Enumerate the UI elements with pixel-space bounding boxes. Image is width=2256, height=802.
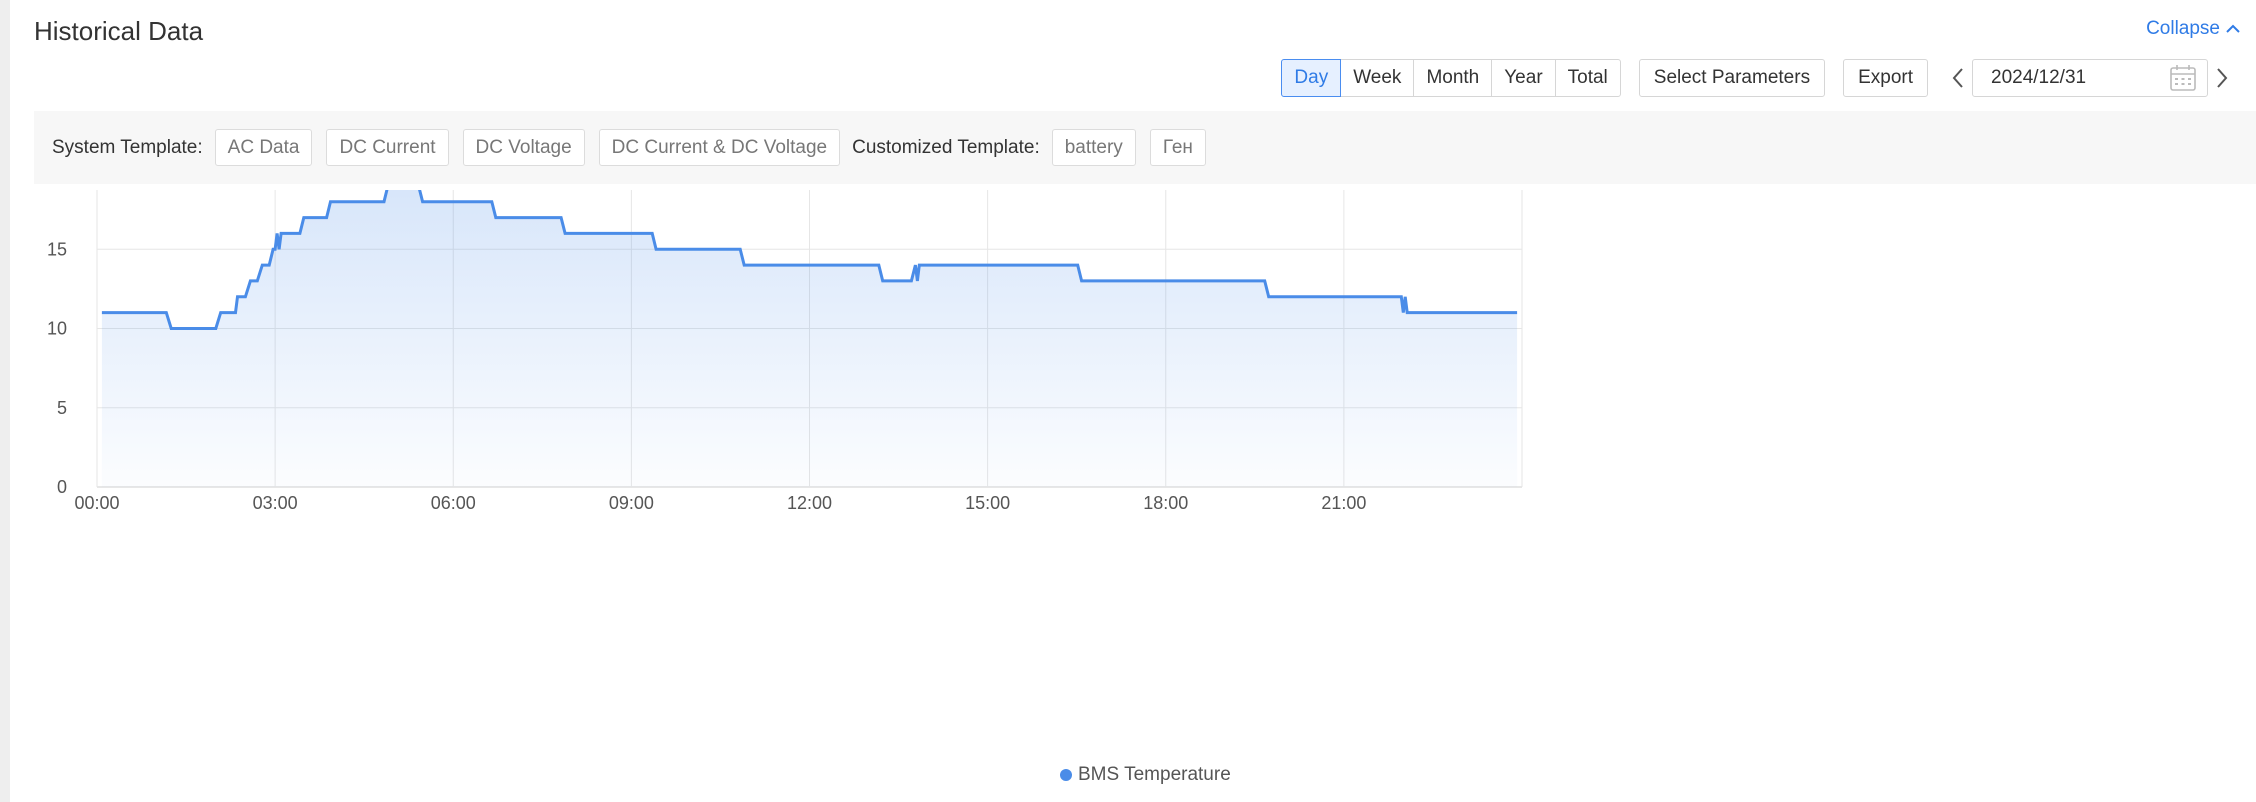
chevron-right-icon <box>2217 68 2228 88</box>
x-tick-label: 12:00 <box>787 493 832 513</box>
template-ac-data[interactable]: AC Data <box>214 129 313 166</box>
period-year-button[interactable]: Year <box>1491 59 1556 97</box>
chart-legend[interactable]: BMS Temperature <box>1060 764 1231 786</box>
next-date-button[interactable] <box>2208 59 2236 97</box>
period-selector: Day Week Month Year Total <box>1281 59 1621 97</box>
prev-date-button[interactable] <box>1944 59 1972 97</box>
template-gen[interactable]: Ген <box>1149 129 1206 166</box>
page-title: Historical Data <box>34 16 204 46</box>
y-tick-label: 0 <box>57 477 67 497</box>
template-dc-current[interactable]: DC Current <box>326 129 449 166</box>
x-tick-label: 18:00 <box>1143 493 1188 513</box>
period-week-button[interactable]: Week <box>1340 59 1415 97</box>
select-parameters-button[interactable]: Select Parameters <box>1638 59 1826 97</box>
date-picker-input[interactable]: 2024/12/31 <box>1972 59 2208 97</box>
collapse-label: Collapse <box>2146 18 2220 39</box>
template-dc-current-voltage[interactable]: DC Current & DC Voltage <box>598 129 841 166</box>
x-tick-label: 00:00 <box>74 493 119 513</box>
chevron-up-icon <box>2226 24 2240 33</box>
export-button[interactable]: Export <box>1843 59 1928 97</box>
left-sidebar-edge <box>0 0 10 802</box>
system-template-label: System Template: <box>52 136 203 158</box>
period-total-button[interactable]: Total <box>1554 59 1621 97</box>
x-tick-label: 09:00 <box>609 493 654 513</box>
template-bar: System Template: AC Data DC Current DC V… <box>34 111 2256 184</box>
period-month-button[interactable]: Month <box>1413 59 1493 97</box>
y-tick-label: 15 <box>47 239 67 259</box>
x-tick-label: 03:00 <box>253 493 298 513</box>
temperature-chart: 0510152000:0003:0006:0009:0012:0015:0018… <box>47 190 1523 513</box>
legend-marker <box>1060 769 1072 781</box>
x-tick-label: 06:00 <box>431 493 476 513</box>
date-value: 2024/12/31 <box>1991 67 2087 88</box>
collapse-button[interactable]: Collapse <box>2146 18 2242 40</box>
customized-template-label: Customized Template: <box>852 136 1040 158</box>
template-dc-voltage[interactable]: DC Voltage <box>462 129 585 166</box>
chevron-left-icon <box>1952 68 1963 88</box>
legend-label-bms-temperature: BMS Temperature <box>1078 764 1231 785</box>
toolbar: Day Week Month Year Total Select Paramet… <box>1281 59 2236 97</box>
y-tick-label: 5 <box>57 398 67 418</box>
period-day-button[interactable]: Day <box>1281 59 1342 97</box>
historical-data-panel: Historical Data Collapse Day Week Month … <box>10 0 2256 802</box>
template-battery[interactable]: battery <box>1051 129 1136 166</box>
calendar-icon <box>2170 65 2196 91</box>
x-tick-label: 15:00 <box>965 493 1010 513</box>
x-tick-label: 21:00 <box>1321 493 1366 513</box>
y-tick-label: 10 <box>47 319 67 339</box>
